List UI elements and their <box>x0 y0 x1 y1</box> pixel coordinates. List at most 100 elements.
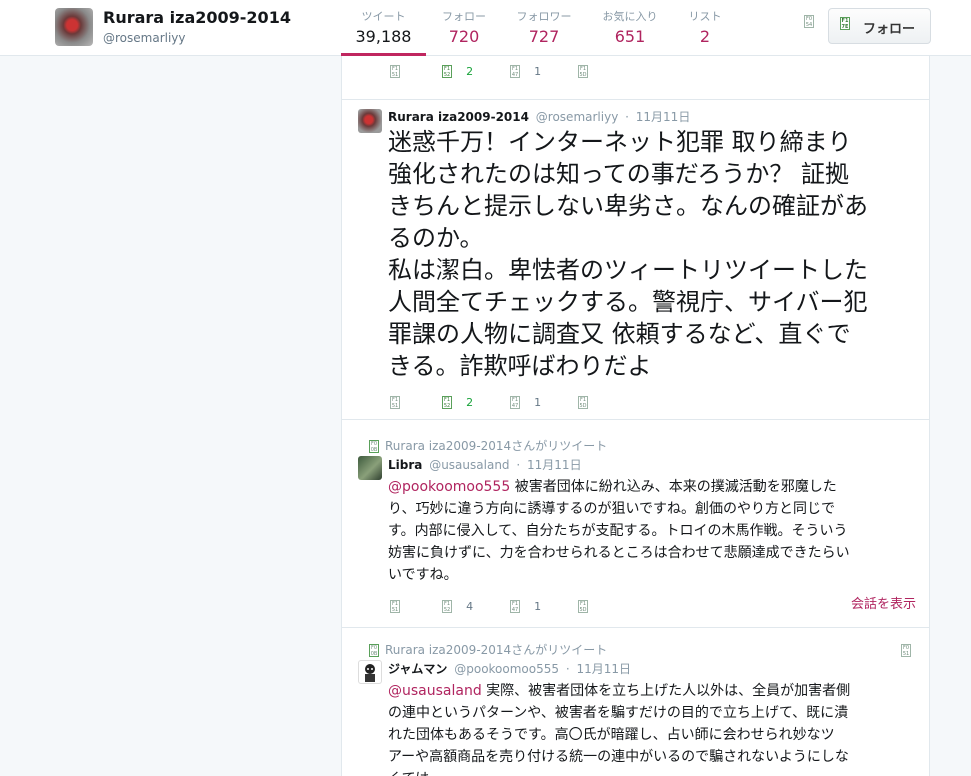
timeline: F1 51 F1 52 2 F1 47 1 F1 5D Rurara iza2009-2… <box>341 56 930 776</box>
author-handle[interactable]: @pookoomoo555 <box>454 662 559 676</box>
favorite-icon[interactable]: F1 47 <box>510 65 520 78</box>
tweet-text-line: 妨害に負けずに、力を合わせられるところは合わせて悲願達成できたらい <box>388 545 850 561</box>
stat-following[interactable]: フォロー 720 <box>436 0 492 56</box>
reply-icon[interactable]: F1 51 <box>390 65 400 78</box>
tweet-item[interactable]: F0 0B Rurara iza2009-2014さんがリツイート F0 51 ジャム… <box>342 628 929 776</box>
retweeted-by-text[interactable]: Rurara iza2009-2014さんがリツイート <box>385 643 607 657</box>
tweet-text-line: いですね。 <box>388 567 458 583</box>
author-name[interactable]: Rurara iza2009-2014 <box>388 110 529 124</box>
retweet-context: F0 0B Rurara iza2009-2014さんがリツイート <box>369 437 607 454</box>
stat-lists-label: リスト <box>688 10 722 23</box>
tweet-text: @pookoomoo555 被害者団体に紛れ込み、本来の撲滅活動を邪魔した り、… <box>388 476 923 586</box>
separator-dot: · <box>625 110 629 124</box>
favorite-action[interactable]: F1 47 1 <box>510 392 542 409</box>
retweet-count: 2 <box>466 65 474 78</box>
stat-favorites-label: お気に入り <box>602 10 658 23</box>
more-icon[interactable]: F1 5D <box>578 65 588 78</box>
tweet-date[interactable]: 11月11日 <box>636 110 691 124</box>
author-name[interactable]: Libra <box>388 458 422 472</box>
tweet-actions: F1 51 F1 52 2 F1 47 1 F1 5D <box>390 61 910 78</box>
tweet-text-line: @pookoomoo555 被害者団体に紛れ込み、本来の撲滅活動を邪魔した <box>388 476 923 498</box>
mention-link[interactable]: @usausaland <box>388 683 482 699</box>
tweet-text-line: れた団体もあるそうです。高〇氏が暗躍し、占い師に会わせられ妙なツ <box>388 727 835 743</box>
tweet-text-line: 迷惑千万！インターネット犯罪 取り締まり <box>388 128 852 156</box>
follow-icon: F1 7E <box>840 17 850 30</box>
tweet-header: Rurara iza2009-2014 @rosemarliyy · 11月11… <box>388 108 690 125</box>
follow-button-label: フォロー <box>863 22 916 37</box>
separator-dot: · <box>565 662 570 676</box>
stat-lists[interactable]: リスト 2 <box>684 0 726 56</box>
tweet-text: @usausaland 実際、被害者団体を立ち上げた人以外は、全員が加害者側 の… <box>388 680 923 776</box>
retweeted-by-text[interactable]: Rurara iza2009-2014さんがリツイート <box>385 439 607 453</box>
avatar[interactable] <box>358 456 382 480</box>
retweet-icon[interactable]: F1 52 <box>442 600 452 613</box>
tweet-text-line: 人間全てチェックする。警視庁、サイバー犯 <box>388 288 868 316</box>
stat-following-value: 720 <box>448 27 480 46</box>
retweet-label-icon: F0 0B <box>369 644 379 657</box>
retweet-icon[interactable]: F1 52 <box>442 396 452 409</box>
profile-handle[interactable]: @rosemarliyy <box>103 31 186 45</box>
stat-tweets-label: ツイート <box>361 10 406 23</box>
author-handle[interactable]: @usausaland <box>429 458 509 472</box>
avatar[interactable] <box>358 660 382 684</box>
tweet-item[interactable]: F1 51 F1 52 2 F1 47 1 F1 5D <box>342 56 929 100</box>
profile-nav: Rurara iza2009-2014 @rosemarliyy ツイート 39… <box>0 0 971 56</box>
tweet-item[interactable]: Rurara iza2009-2014 @rosemarliyy · 11月11… <box>342 100 929 420</box>
stat-following-label: フォロー <box>442 10 486 23</box>
tweet-date[interactable]: 11月11日 <box>577 662 632 676</box>
retweet-count: 2 <box>466 396 474 409</box>
profile-name[interactable]: Rurara iza2009-2014 <box>103 8 291 27</box>
retweet-action[interactable]: F1 52 2 <box>442 61 474 78</box>
tweet-text-line: 強化されたのは知っての事だろうか？ 証拠 <box>388 160 849 188</box>
mention-link[interactable]: @pookoomoo555 <box>388 479 510 495</box>
tweet-text-line: くては <box>388 768 923 776</box>
separator-dot: · <box>516 458 521 472</box>
tweet-text-line: きちんと提示しない卑劣さ。なんの確証があ <box>388 192 868 220</box>
show-conversation-link[interactable]: 会話を表示 <box>851 593 916 612</box>
more-action[interactable]: F1 5D <box>578 61 588 78</box>
tweet-header: ジャムマン @pookoomoo555 · 11月11日 <box>388 660 631 677</box>
tweet-date[interactable]: 11月11日 <box>527 458 582 472</box>
more-action[interactable]: F1 5D <box>578 596 588 613</box>
favorite-icon[interactable]: F1 47 <box>510 600 520 613</box>
tweet-text-line: @usausaland 実際、被害者団体を立ち上げた人以外は、全員が加害者側 <box>388 680 923 702</box>
favorite-count: 1 <box>534 600 542 613</box>
stat-tweets[interactable]: ツイート 39,188 <box>341 0 426 56</box>
tweet-actions: F1 51 F1 52 2 F1 47 1 F1 5D <box>390 392 910 409</box>
tweet-text-line: 私は潔白。卑怯者のツィートリツイートした <box>388 256 868 284</box>
favorite-action[interactable]: F1 47 1 <box>510 596 542 613</box>
favorite-count: 1 <box>534 396 542 409</box>
follow-button[interactable]: F1 7E フォロー <box>828 8 931 44</box>
reply-action[interactable]: F1 51 <box>390 61 400 78</box>
tweet-text-line: す。内部に侵入して、自分たちが支配する。トロイの木馬作戦。そういう <box>388 523 848 539</box>
tweet-text-line: り、巧妙に違う方向に誘導するのが狙いですね。創価のやり方と同じで <box>388 501 836 517</box>
tweet-text-segment: 実際、被害者団体を立ち上げた人以外は、全員が加害者側 <box>481 683 851 699</box>
retweet-icon[interactable]: F1 52 <box>442 65 452 78</box>
more-action[interactable]: F1 5D <box>578 392 588 409</box>
stat-followers[interactable]: フォロワー 727 <box>511 0 577 56</box>
favorite-icon[interactable]: F1 47 <box>510 396 520 409</box>
avatar-illustration <box>365 664 375 682</box>
stat-favorites-value: 651 <box>614 27 646 46</box>
retweet-context: F0 0B Rurara iza2009-2014さんがリツイート <box>369 641 607 658</box>
user-dropdown-icon[interactable]: F0 51 <box>901 644 911 657</box>
retweet-action[interactable]: F1 52 4 <box>442 596 473 613</box>
reply-action[interactable]: F1 51 <box>390 596 400 613</box>
reply-action[interactable]: F1 51 <box>390 392 400 409</box>
tweet-header: Libra @usausaland · 11月11日 <box>388 456 582 473</box>
stat-favorites[interactable]: お気に入り 651 <box>598 0 662 56</box>
reply-icon[interactable]: F1 51 <box>390 396 400 409</box>
more-icon[interactable]: F1 5D <box>578 600 588 613</box>
retweet-action[interactable]: F1 52 2 <box>442 392 474 409</box>
user-dropdown-icon[interactable]: F0 54 <box>804 15 814 28</box>
more-icon[interactable]: F1 5D <box>578 396 588 409</box>
profile-avatar[interactable] <box>55 8 93 46</box>
avatar[interactable] <box>358 109 382 133</box>
favorite-count: 1 <box>534 65 542 78</box>
stat-followers-label: フォロワー <box>516 10 572 23</box>
author-handle[interactable]: @rosemarliyy <box>536 110 619 124</box>
author-name[interactable]: ジャムマン <box>388 662 447 676</box>
favorite-action[interactable]: F1 47 1 <box>510 61 542 78</box>
tweet-actions: F1 51 F1 52 4 F1 47 1 F1 5D <box>390 596 910 613</box>
reply-icon[interactable]: F1 51 <box>390 600 400 613</box>
